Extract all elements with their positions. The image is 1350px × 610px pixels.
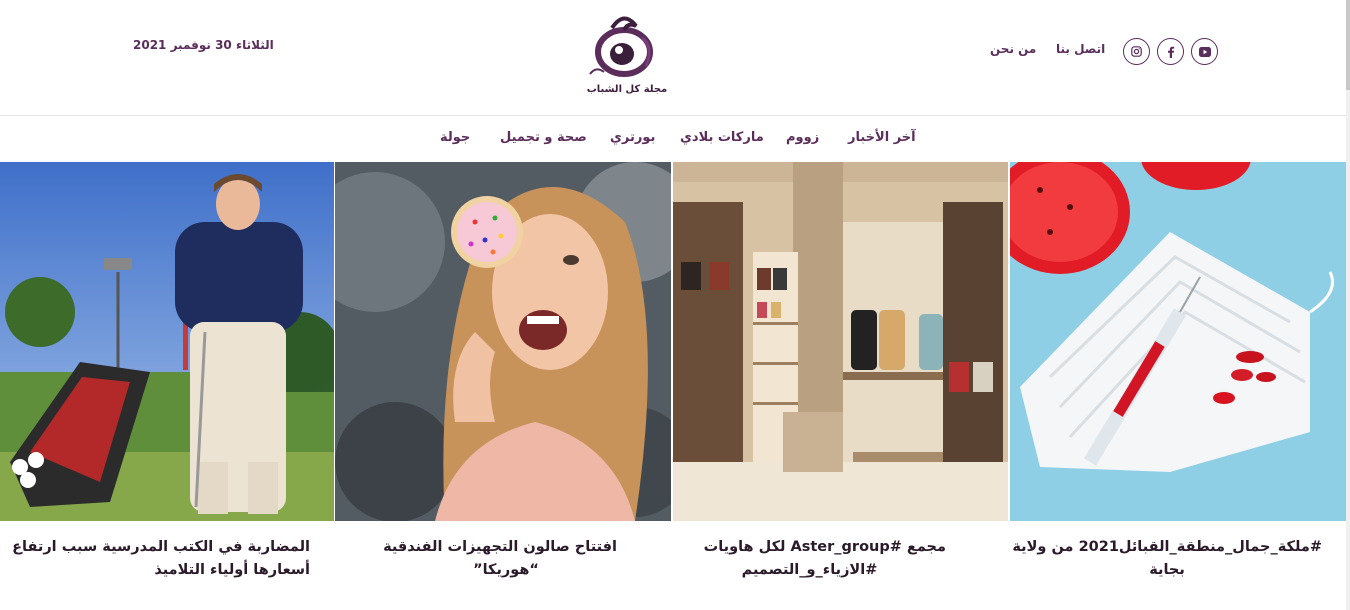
article-title-line[interactable]: بجاية bbox=[1012, 559, 1322, 582]
article-title-line[interactable]: المضاربة في الكتب المدرسية سبب ارتفاع bbox=[10, 536, 310, 559]
article-card[interactable]: المضاربة في الكتب المدرسية سبب ارتفاع أس… bbox=[0, 162, 334, 610]
article-image-medical[interactable] bbox=[1010, 162, 1346, 521]
article-title-line[interactable]: افتتاح صالون التجهيزات الفندقية bbox=[335, 536, 617, 559]
scrollbar-thumb[interactable] bbox=[1346, 0, 1350, 90]
nav-latest-news[interactable]: آخر الأخبار bbox=[848, 130, 916, 145]
article-title-line[interactable]: أسعارها أولياء التلاميذ bbox=[10, 559, 310, 582]
article-image-boutique[interactable] bbox=[673, 162, 1008, 521]
article-title-line[interactable]: #ملكة_جمال_منطقة_القبائل2021 من ولاية bbox=[1012, 536, 1322, 559]
article-title-line[interactable]: مجمع #Aster_group لكل هاويات bbox=[673, 536, 946, 559]
article-card[interactable]: #ملكة_جمال_منطقة_القبائل2021 من ولاية بج… bbox=[1010, 162, 1346, 610]
current-date: الثلاثاء 30 نوفمبر 2021 bbox=[133, 38, 274, 52]
article-title[interactable]: المضاربة في الكتب المدرسية سبب ارتفاع أس… bbox=[10, 536, 310, 582]
article-card[interactable]: افتتاح صالون التجهيزات الفندقية “هوريكا” bbox=[335, 162, 671, 610]
page-scrollbar[interactable] bbox=[1346, 0, 1350, 610]
youtube-icon[interactable] bbox=[1191, 38, 1218, 65]
nav-health-beauty[interactable]: صحة و تجميل bbox=[500, 130, 587, 145]
contact-link[interactable]: اتصل بنا bbox=[1056, 42, 1105, 56]
facebook-icon[interactable] bbox=[1157, 38, 1184, 65]
nav-zoom[interactable]: زووم bbox=[786, 130, 819, 145]
site-header: الثلاثاء 30 نوفمبر 2021 مجلة كل الشباب ا… bbox=[0, 0, 1346, 116]
article-card[interactable]: مجمع #Aster_group لكل هاويات #الازياء_و_… bbox=[673, 162, 1008, 610]
article-title[interactable]: افتتاح صالون التجهيزات الفندقية “هوريكا” bbox=[335, 536, 617, 582]
nav-portrait[interactable]: بورتري bbox=[610, 130, 655, 145]
article-title[interactable]: #ملكة_جمال_منطقة_القبائل2021 من ولاية بج… bbox=[1012, 536, 1322, 582]
article-title-line[interactable]: “هوريكا” bbox=[335, 559, 617, 582]
article-image-golf[interactable] bbox=[0, 162, 334, 521]
main-nav: آخر الأخبار زووم ماركات بلادي بورتري صحة… bbox=[0, 116, 1346, 162]
article-image-woman-donut[interactable] bbox=[335, 162, 671, 521]
logo-tagline: مجلة كل الشباب bbox=[586, 84, 668, 95]
article-title[interactable]: مجمع #Aster_group لكل هاويات #الازياء_و_… bbox=[673, 536, 946, 582]
about-link[interactable]: من نحن bbox=[990, 42, 1036, 56]
nav-local-brands[interactable]: ماركات بلادي bbox=[680, 130, 764, 145]
article-title-line[interactable]: #الازياء_و_التصميم bbox=[673, 559, 946, 582]
instagram-icon[interactable] bbox=[1123, 38, 1150, 65]
nav-tour[interactable]: جولة bbox=[440, 130, 470, 145]
